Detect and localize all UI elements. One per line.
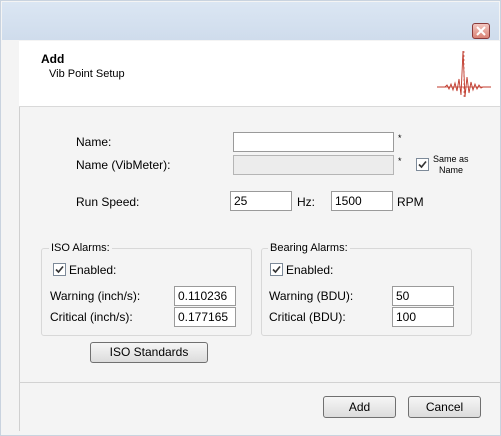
title-bar [2, 2, 499, 40]
name-required-marker: * [398, 133, 402, 143]
dialog-window: Add Vib Point Setup Name: * Name (VibMet… [0, 0, 501, 436]
run-speed-rpm-input[interactable] [331, 191, 393, 211]
same-as-name-label-line1: Same as [433, 154, 469, 164]
bearing-critical-label: Critical (BDU): [269, 310, 346, 324]
iso-warning-input[interactable] [174, 286, 236, 306]
cancel-button[interactable]: Cancel [408, 396, 481, 418]
run-speed-hz-input[interactable] [230, 191, 292, 211]
checkmark-icon [55, 265, 64, 274]
bearing-warning-label: Warning (BDU): [269, 289, 354, 303]
hz-unit-label: Hz: [297, 195, 315, 209]
name-label: Name: [76, 135, 112, 149]
iso-warning-label: Warning (inch/s): [50, 289, 141, 303]
bearing-enabled-label: Enabled: [286, 263, 334, 277]
bearing-alarms-title: Bearing Alarms: [268, 242, 350, 254]
vibmeter-required-marker: * [398, 156, 402, 166]
dialog-header: Add Vib Point Setup [19, 41, 500, 107]
checkmark-icon [418, 160, 427, 169]
rpm-unit-label: RPM [397, 195, 424, 209]
bearing-critical-input[interactable] [392, 307, 454, 327]
vibmeter-name-label: Name (VibMeter): [76, 158, 171, 172]
iso-critical-label: Critical (inch/s): [50, 310, 133, 324]
bearing-warning-input[interactable] [392, 286, 454, 306]
waveform-icon [437, 50, 491, 98]
iso-enabled-label: Enabled: [69, 263, 117, 277]
iso-enabled-checkbox[interactable] [53, 263, 66, 276]
dialog-subtitle: Vib Point Setup [49, 68, 125, 80]
iso-critical-input[interactable] [174, 307, 236, 327]
add-button[interactable]: Add [323, 396, 396, 418]
iso-alarms-title: ISO Alarms: [49, 242, 112, 254]
vibmeter-name-input[interactable] [233, 155, 394, 175]
run-speed-label: Run Speed: [76, 195, 140, 209]
iso-standards-button[interactable]: ISO Standards [90, 342, 208, 363]
checkmark-icon [272, 265, 281, 274]
close-button[interactable] [472, 23, 490, 39]
dialog-title: Add [41, 52, 65, 66]
footer-divider [19, 382, 500, 383]
bearing-enabled-checkbox[interactable] [270, 263, 283, 276]
same-as-name-checkbox[interactable] [416, 158, 429, 171]
name-input[interactable] [233, 132, 394, 152]
same-as-name-label-line2: Name [439, 165, 464, 175]
close-icon [476, 26, 486, 36]
